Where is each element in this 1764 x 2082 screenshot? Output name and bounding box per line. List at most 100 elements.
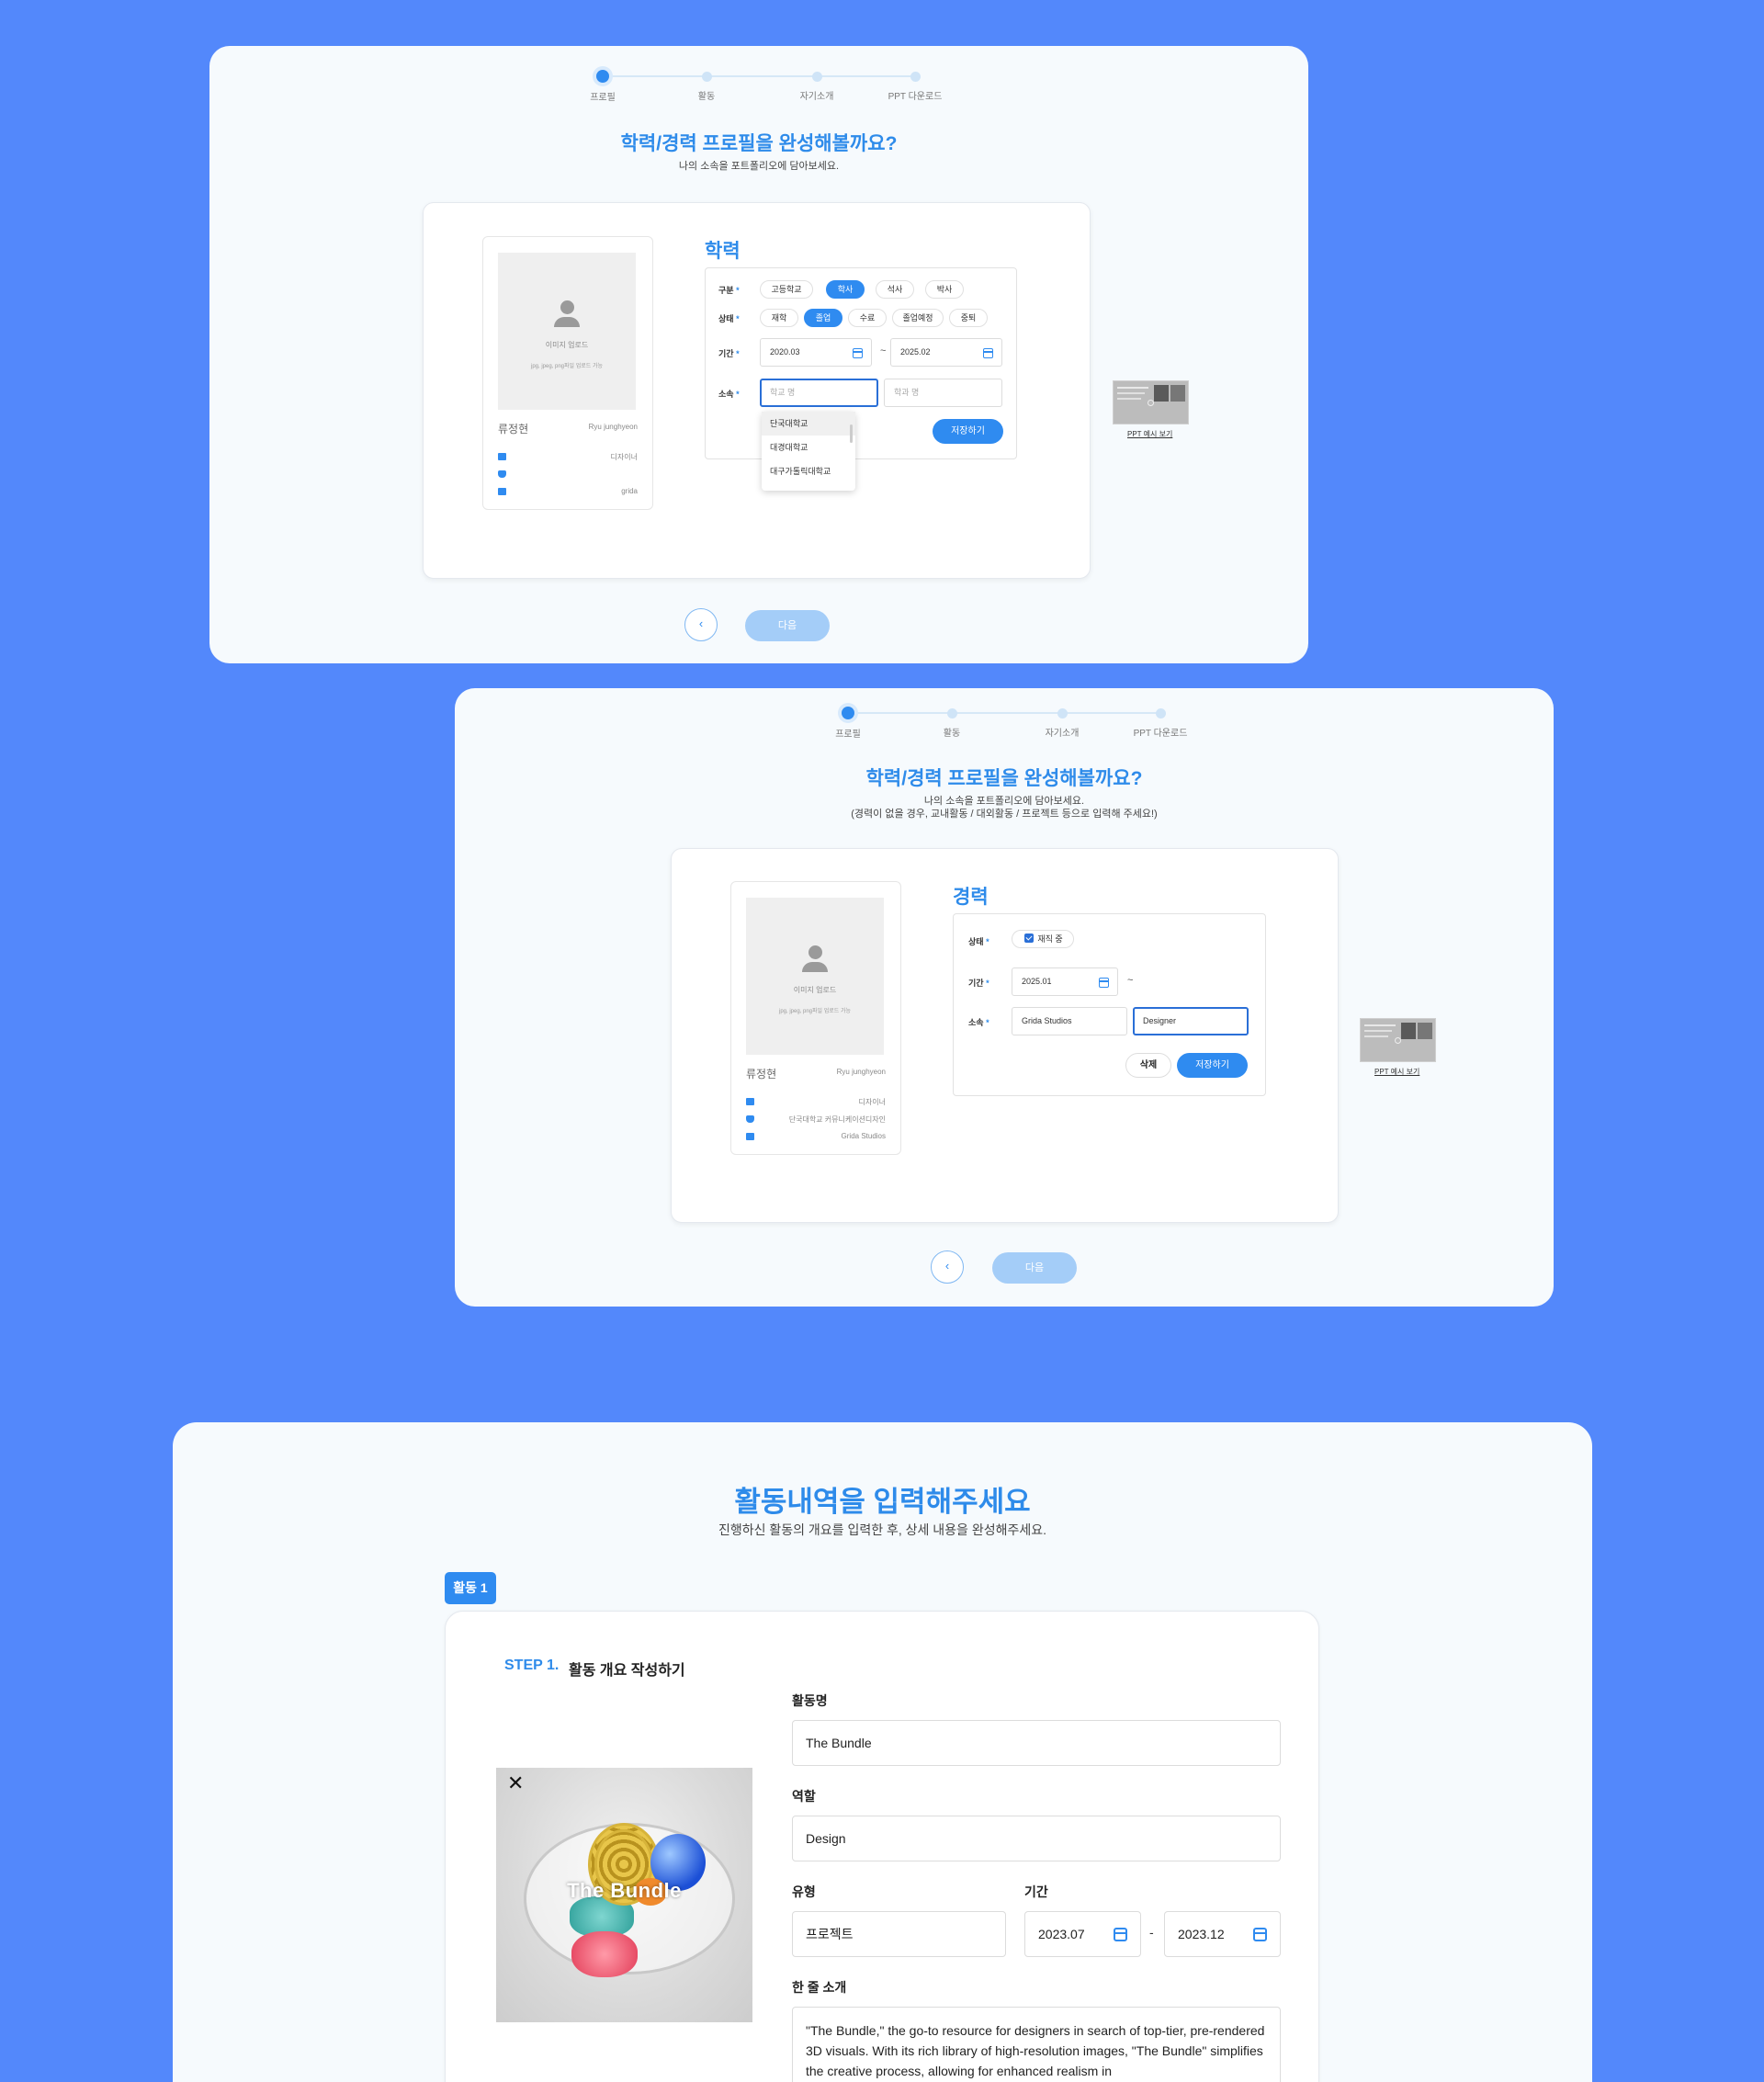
profile-company-row: Grida Studios [746,1132,886,1143]
step-activity[interactable]: 활동 [915,707,989,739]
upload-title: 이미지 업로드 [793,986,837,994]
status-option[interactable]: 재학 [760,309,798,327]
image-upload-area[interactable]: 이미지 업로드 jpg, jpeg, png파일 업로드 가능 [498,253,636,410]
step-label: 자기소개 [799,92,834,102]
profile-preview-card: 이미지 업로드 jpg, jpeg, png파일 업로드 가능 류정현 Ryu … [730,881,901,1155]
employed-checkbox[interactable]: 재직 중 [1012,930,1074,948]
back-button[interactable]: ‹ [684,608,718,641]
ppt-example-link[interactable]: PPT 예시 보기 [1127,429,1172,439]
profile-editor-card: 이미지 업로드 jpg, jpeg, png파일 업로드 가능 류정현 Ryu … [423,202,1091,579]
type-select[interactable]: 프로젝트 [792,1911,1006,1957]
step-ppt[interactable]: PPT 다운로드 [1124,707,1197,739]
profile-company: Grida Studios [841,1132,886,1140]
category-option-selected[interactable]: 학사 [826,280,865,299]
major-input[interactable]: 학과 명 [884,379,1002,407]
profile-job-row: 디자이너 [498,452,638,463]
step-title: 활동 개요 작성하기 [569,1663,685,1679]
step-intro[interactable]: 자기소개 [1025,707,1099,739]
period-label: 기간 * [968,979,989,988]
status-option[interactable]: 중퇴 [949,309,988,327]
profile-school-row: 단국대학교 커뮤니케이션디자인 [746,1115,886,1126]
calendar-icon[interactable] [1253,1928,1267,1941]
company-input[interactable]: Grida Studios [1012,1007,1127,1035]
activity-overview-card: STEP 1. 활동 개요 작성하기 The Bundle ✕ 활동명 The … [445,1611,1319,2082]
profile-company: grida [621,487,638,495]
status-option-selected[interactable]: 졸업 [804,309,842,327]
step-ppt[interactable]: PPT 다운로드 [878,70,952,102]
education-form: 구분 * 고등학교 학사 석사 박사 상태 * 재학 졸업 수료 졸업예정 중퇴… [705,267,1017,459]
graduation-cap-icon [498,470,506,478]
intro-textarea[interactable]: "The Bundle," the go-to resource for des… [792,2007,1281,2082]
scrollbar[interactable] [850,424,853,443]
step-label: 활동 [697,92,716,102]
profile-editor-card: 이미지 업로드 jpg, jpeg, png파일 업로드 가능 류정현 Ryu … [671,848,1339,1223]
profile-name-en: Ryu junghyeon [588,423,638,431]
activity-name-input[interactable]: The Bundle [792,1720,1281,1766]
status-label: 상태 * [718,314,740,323]
period-separator: - [1149,1925,1154,1940]
period-end-input[interactable]: 2023.12 [1164,1911,1281,1957]
profile-company-row: grida [498,487,638,498]
profile-job: 디자이너 [858,1098,886,1106]
role-input[interactable]: Designer [1133,1007,1249,1035]
progress-stepper: 프로필 활동 자기소개 PPT 다운로드 [590,70,942,107]
step-number: STEP 1. [504,1658,560,1673]
category-option[interactable]: 박사 [925,280,964,299]
step-activity[interactable]: 활동 [670,70,743,102]
briefcase-icon [498,453,506,460]
ppt-example-thumbnail[interactable] [1113,380,1189,424]
activity-tab[interactable]: 활동 1 [445,1572,496,1604]
dropdown-option[interactable]: 대경대학교 [762,436,855,459]
calendar-icon[interactable] [1114,1928,1127,1941]
briefcase-icon [746,1098,754,1105]
profile-name-en: Ryu junghyeon [836,1068,886,1076]
calendar-icon[interactable] [1099,978,1109,988]
upload-title: 이미지 업로드 [545,341,589,349]
section-title: 학력 [705,241,741,262]
status-option[interactable]: 졸업예정 [892,309,944,327]
period-start-input[interactable]: 2025.01 [1012,967,1118,996]
page-subtitle-note: (경력이 없을 경우, 교내활동 / 대외활동 / 프로젝트 등으로 입력해 주… [851,809,1158,820]
close-icon[interactable]: ✕ [507,1771,524,1795]
building-icon [498,488,506,495]
upload-hint: jpg, jpeg, png파일 업로드 가능 [530,364,603,369]
dropdown-option[interactable]: 단국대학교 [762,412,855,436]
period-end-input[interactable]: 2025.02 [890,338,1002,367]
activity-image[interactable]: The Bundle ✕ [496,1768,752,2022]
period-separator: ~ [1127,975,1134,986]
save-button[interactable]: 저장하기 [1177,1053,1248,1078]
profile-job-row: 디자이너 [746,1097,886,1108]
ppt-example-thumbnail[interactable] [1360,1018,1436,1062]
back-button[interactable]: ‹ [931,1250,964,1284]
page-subtitle: 나의 소속을 포트폴리오에 담아보세요. [678,161,840,172]
calendar-icon[interactable] [983,348,993,358]
school-input[interactable]: 학교 명 [760,379,878,407]
status-label: 상태 * [968,937,989,946]
calendar-icon[interactable] [853,348,863,358]
ppt-example-link[interactable]: PPT 예시 보기 [1374,1067,1419,1077]
page-title: 학력/경력 프로필을 완성해볼까요? [865,768,1143,789]
delete-button[interactable]: 삭제 [1125,1053,1171,1078]
status-option[interactable]: 수료 [848,309,887,327]
image-caption: The Bundle [567,1879,682,1902]
dropdown-option[interactable]: 대구가톨릭대학교 [762,459,855,483]
step-label: PPT 다운로드 [888,92,943,102]
next-button[interactable]: 다음 [992,1252,1077,1284]
education-step-panel: 프로필 활동 자기소개 PPT 다운로드 학력/경력 프로필을 완성해볼까요? … [209,46,1308,663]
next-button[interactable]: 다음 [745,610,830,641]
period-start-input[interactable]: 2023.07 [1024,1911,1141,1957]
step-intro[interactable]: 자기소개 [780,70,854,102]
step-profile[interactable]: 프로필 [811,707,885,740]
save-button[interactable]: 저장하기 [933,419,1003,444]
step-profile[interactable]: 프로필 [566,70,639,103]
period-start-input[interactable]: 2020.03 [760,338,872,367]
profile-job: 디자이너 [610,453,638,461]
image-upload-area[interactable]: 이미지 업로드 jpg, jpeg, png파일 업로드 가능 [746,898,884,1055]
checkbox-checked-icon [1024,934,1035,943]
step-label: 프로필 [835,730,861,740]
category-option[interactable]: 고등학교 [760,280,813,299]
person-icon [551,300,582,332]
category-option[interactable]: 석사 [876,280,914,299]
profile-school-row [498,470,638,481]
role-input[interactable]: Design [792,1816,1281,1861]
